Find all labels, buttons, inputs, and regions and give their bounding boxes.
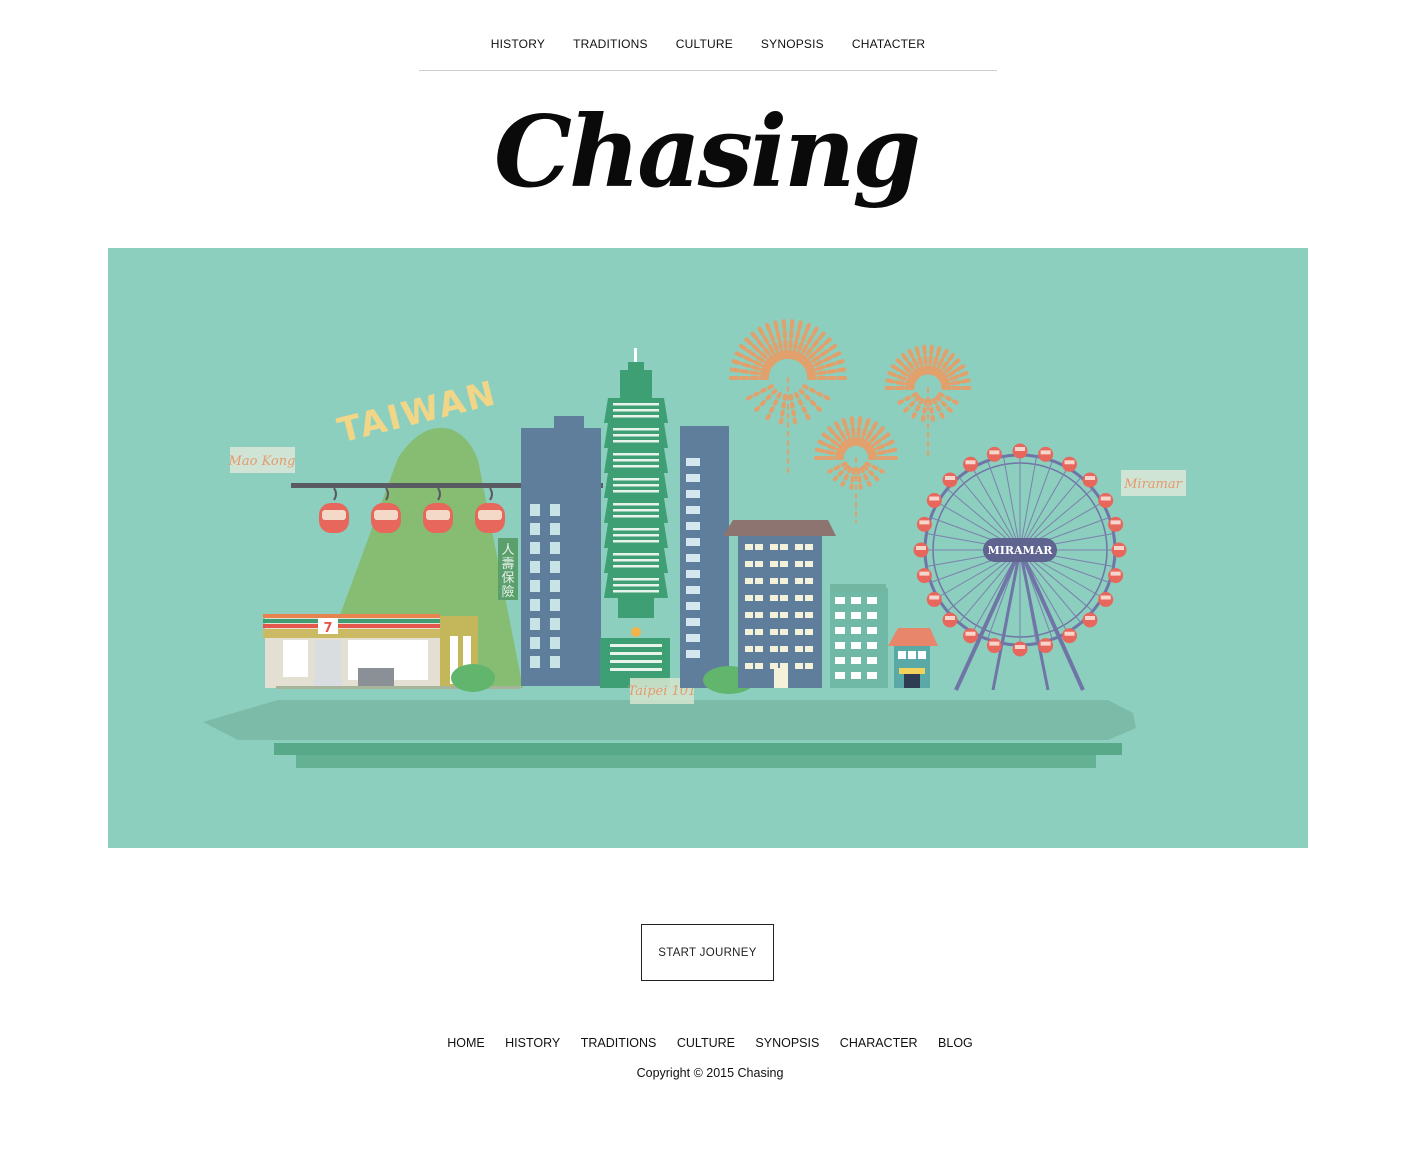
taipei-skyline-illustration: TAIWAN Mao Kong 人 壽 保 險 7 Taipei 101 MIR… bbox=[203, 316, 1186, 768]
small-house bbox=[888, 628, 938, 688]
site-logo[interactable]: Chasing bbox=[0, 95, 1420, 230]
nav-synopsis-link[interactable]: SYNOPSIS bbox=[761, 37, 824, 51]
start-journey-button[interactable]: START JOURNEY bbox=[641, 924, 774, 981]
footer-home-link[interactable]: HOME bbox=[447, 1036, 485, 1050]
vertical-sign: 人 壽 保 險 bbox=[501, 543, 514, 600]
nav-culture-link[interactable]: CULTURE bbox=[676, 37, 733, 51]
ground-shadow bbox=[203, 700, 1136, 768]
sign-char-1: 人 bbox=[501, 543, 514, 558]
footer-blog-link[interactable]: BLOG bbox=[938, 1036, 973, 1050]
footer-culture-link[interactable]: CULTURE bbox=[677, 1036, 735, 1050]
footer-navigation: HOME HISTORY TRADITIONS CULTURE SYNOPSIS… bbox=[0, 1034, 1420, 1052]
miramar-label-text: Miramar bbox=[1123, 477, 1183, 492]
svg-text:7: 7 bbox=[323, 621, 332, 636]
maokong-label-text: Mao Kong bbox=[228, 454, 296, 469]
sign-char-2: 壽 bbox=[501, 557, 514, 572]
brown-roof-building bbox=[723, 520, 836, 688]
ferris-sign-text: MIRAMAR bbox=[988, 544, 1054, 557]
taipei-101-tower bbox=[600, 348, 670, 688]
maokong-label: Mao Kong bbox=[228, 447, 296, 473]
slate-tower bbox=[680, 426, 729, 688]
footer-synopsis-link[interactable]: SYNOPSIS bbox=[755, 1036, 819, 1050]
footer-history-link[interactable]: HISTORY bbox=[505, 1036, 560, 1050]
hero-illustration: TAIWAN Mao Kong 人 壽 保 險 7 Taipei 101 MIR… bbox=[108, 248, 1308, 848]
nav-chatacter-link[interactable]: CHATACTER bbox=[852, 37, 925, 51]
top-navigation: HISTORY TRADITIONS CULTURE SYNOPSIS CHAT… bbox=[419, 0, 997, 71]
miramar-label: Miramar bbox=[1121, 470, 1186, 496]
logo-text: Chasing bbox=[494, 100, 918, 210]
sign-char-3: 保 bbox=[501, 571, 514, 586]
fireworks bbox=[726, 316, 974, 523]
teal-building bbox=[830, 584, 888, 688]
logo-wordmark: Chasing bbox=[494, 95, 921, 210]
ferris-wheel bbox=[913, 443, 1127, 691]
ferris-sign: MIRAMAR bbox=[983, 538, 1057, 562]
nav-history-link[interactable]: HISTORY bbox=[491, 37, 545, 51]
sign-char-4: 險 bbox=[501, 585, 514, 600]
copyright-text: Copyright © 2015 Chasing bbox=[636, 1066, 784, 1080]
footer-character-link[interactable]: CHARACTER bbox=[840, 1036, 918, 1050]
nav-traditions-link[interactable]: TRADITIONS bbox=[573, 37, 648, 51]
footer-traditions-link[interactable]: TRADITIONS bbox=[581, 1036, 657, 1050]
